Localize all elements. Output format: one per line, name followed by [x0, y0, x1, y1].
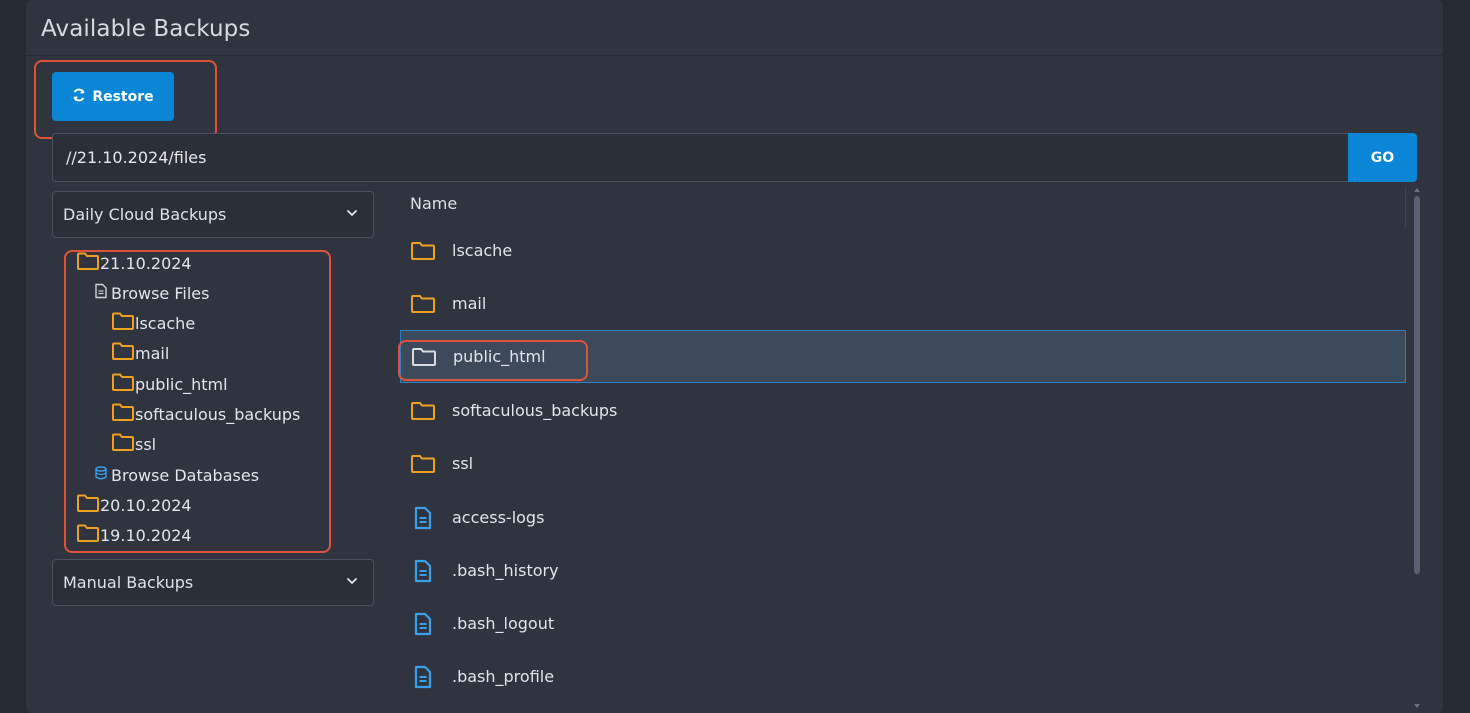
file-row-bash-profile[interactable]: .bash_profile [400, 650, 1406, 703]
file-row-access-logs[interactable]: access-logs [400, 491, 1406, 544]
tree-browse-databases-label: Browse Databases [111, 465, 260, 485]
folder-icon [76, 523, 100, 547]
file-name: .bash_logout [452, 614, 555, 633]
tree-date-label: 20.10.2024 [100, 495, 192, 515]
chevron-down-icon [347, 210, 357, 216]
manual-backups-select[interactable]: Manual Backups [52, 559, 374, 606]
file-row-bash-logout[interactable]: .bash_logout [400, 597, 1406, 650]
file-row-softaculous-backups[interactable]: softaculous_backups [400, 384, 1406, 437]
tree-date-19-10-2024[interactable]: 19.10.2024 [76, 523, 192, 547]
restore-button[interactable]: Restore [52, 72, 174, 121]
tree-folder-ssl[interactable]: ssl [111, 432, 156, 456]
document-icon [410, 505, 436, 531]
tree-date-21-10-2024[interactable]: 21.10.2024 [76, 251, 192, 275]
header-divider [1405, 186, 1406, 228]
document-icon [410, 611, 436, 637]
tree-browse-files[interactable]: Browse Files [94, 281, 209, 305]
tree-folder-label: mail [135, 343, 170, 363]
path-bar: GO [52, 133, 1417, 182]
file-list: Name lscache mail public_html softaculou… [398, 186, 1431, 713]
panel-title: Available Backups [41, 16, 251, 42]
file-row-bash-history[interactable]: .bash_history [400, 544, 1406, 597]
file-name: access-logs [452, 508, 545, 527]
refresh-icon [72, 88, 86, 106]
tree-folder-public-html[interactable]: public_html [111, 372, 228, 396]
folder-icon [410, 238, 436, 264]
tree-folder-label: softaculous_backups [135, 404, 301, 424]
file-name: .bash_history [452, 561, 559, 580]
scroll-up-arrow-icon[interactable] [1414, 188, 1420, 192]
tree-date-20-10-2024[interactable]: 20.10.2024 [76, 493, 192, 517]
folder-icon [411, 344, 437, 370]
file-row-ssl[interactable]: ssl [400, 437, 1406, 490]
file-row-mail[interactable]: mail [400, 277, 1406, 330]
file-row-public-html[interactable]: public_html [400, 330, 1406, 383]
tree-browse-files-label: Browse Files [111, 283, 210, 303]
document-icon [410, 558, 436, 584]
tree-folder-label: lscache [135, 313, 196, 333]
name-column-header[interactable]: Name [410, 194, 457, 213]
panel-header: Available Backups [26, 0, 1443, 56]
folder-icon [111, 341, 135, 365]
file-name: public_html [453, 347, 546, 366]
tree-folder-label: ssl [135, 434, 157, 454]
file-list-scrollbar[interactable] [1412, 188, 1422, 710]
folder-icon [76, 251, 100, 275]
folder-icon [111, 432, 135, 456]
file-name: ssl [452, 454, 474, 473]
folder-icon [111, 311, 135, 335]
folder-icon [111, 372, 135, 396]
file-row-lscache[interactable]: lscache [400, 224, 1406, 277]
document-icon [410, 664, 436, 690]
file-name: .bash_profile [452, 667, 555, 686]
tree-browse-databases[interactable]: Browse Databases [94, 463, 259, 487]
tree-folder-label: public_html [135, 374, 228, 394]
daily-cloud-backups-select[interactable]: Daily Cloud Backups [52, 191, 374, 238]
tree-folder-softaculous-backups[interactable]: softaculous_backups [111, 402, 300, 426]
restore-button-label: Restore [92, 88, 154, 105]
folder-icon [410, 398, 436, 424]
manual-select-label: Manual Backups [63, 573, 194, 592]
folder-icon [410, 291, 436, 317]
tree-date-label: 19.10.2024 [100, 525, 192, 545]
file-icon [94, 283, 108, 303]
tree-folder-mail[interactable]: mail [111, 341, 169, 365]
database-icon [94, 465, 108, 485]
path-input[interactable] [52, 133, 1348, 182]
tree-date-label: 21.10.2024 [100, 253, 192, 273]
folder-icon [76, 493, 100, 517]
file-name: lscache [452, 241, 513, 260]
scroll-down-arrow-icon[interactable] [1414, 704, 1420, 708]
backups-panel: Available Backups Restore GO Daily Cloud… [26, 0, 1443, 713]
go-button[interactable]: GO [1348, 133, 1417, 182]
folder-icon [111, 402, 135, 426]
folder-icon [410, 451, 436, 477]
scroll-thumb[interactable] [1414, 196, 1420, 574]
daily-select-label: Daily Cloud Backups [63, 205, 227, 224]
tree-folder-lscache[interactable]: lscache [111, 311, 195, 335]
chevron-down-icon [347, 578, 357, 584]
file-name: softaculous_backups [452, 401, 618, 420]
file-name: mail [452, 294, 487, 313]
